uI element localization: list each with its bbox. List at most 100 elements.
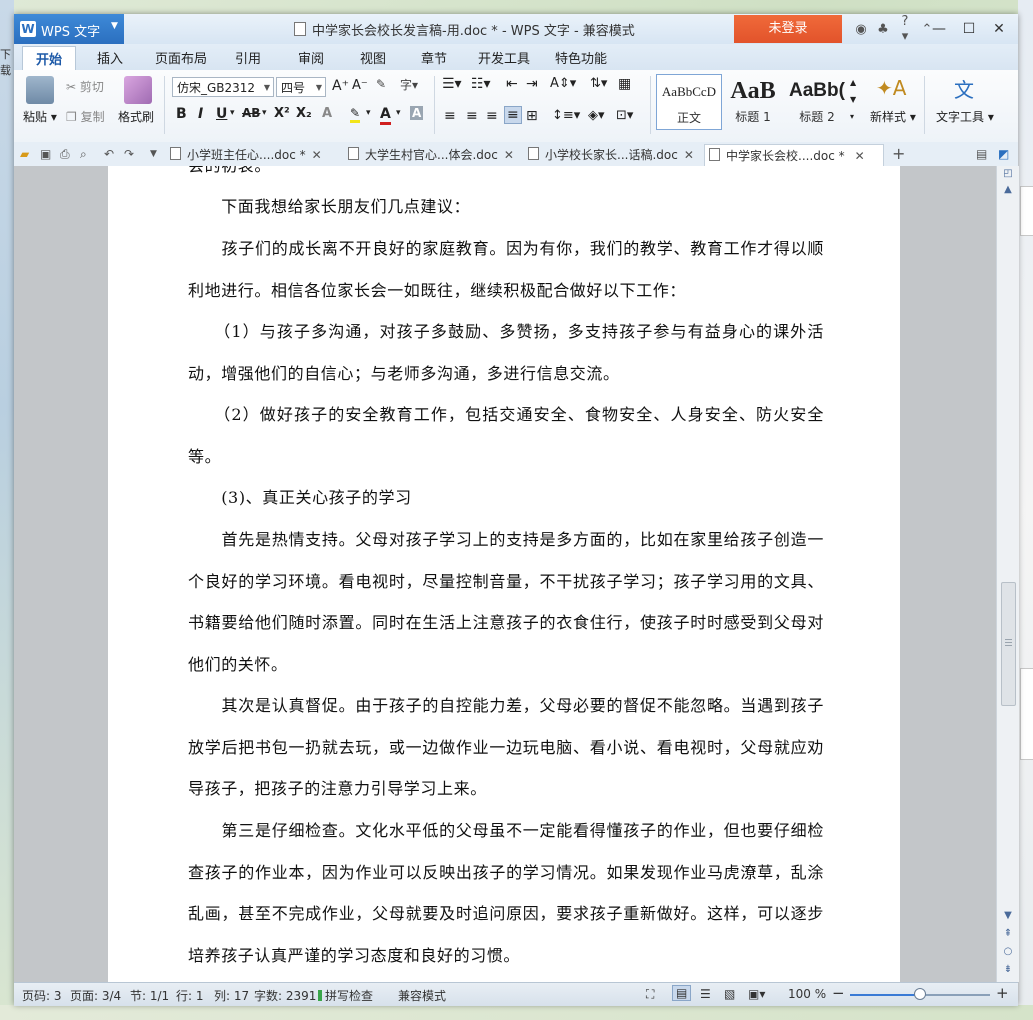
- tab-references[interactable]: 引用: [235, 48, 261, 67]
- print-icon[interactable]: ⎙: [60, 147, 70, 162]
- status-page-number[interactable]: 页码: 3: [22, 987, 62, 1004]
- doc-tab[interactable]: 大学生村官心...体会.doc ✕: [344, 144, 520, 166]
- help-icon[interactable]: ?▾: [894, 14, 916, 44]
- open-folder-icon[interactable]: ▰: [20, 147, 29, 161]
- new-style-icon[interactable]: ✦A: [876, 76, 906, 100]
- text-tools-icon[interactable]: 文: [954, 74, 974, 103]
- print-preview-icon[interactable]: ⌕: [80, 147, 87, 162]
- text-tools-button[interactable]: 文字工具 ▾: [936, 108, 994, 125]
- shading-icon[interactable]: ◈▾: [588, 108, 605, 123]
- reading-view-icon[interactable]: ▣▾: [748, 987, 765, 1001]
- close-icon[interactable]: ✕: [855, 149, 865, 163]
- increase-indent-icon[interactable]: ⇥: [526, 76, 538, 92]
- font-name-select[interactable]: 仿宋_GB2312 ▼: [172, 77, 274, 97]
- grow-font-icon[interactable]: A⁺: [332, 78, 349, 94]
- document-page[interactable]: 会的初衷。 下面我想给家长朋友们几点建议： 孩子们的成长离不开良好的家庭教育。因…: [108, 166, 900, 982]
- tab-list-icon[interactable]: ▤: [976, 147, 987, 161]
- scroll-down-icon[interactable]: ▼: [1001, 910, 1015, 921]
- login-button[interactable]: 未登录: [734, 15, 842, 43]
- italic-icon[interactable]: I: [198, 106, 203, 122]
- highlight-icon[interactable]: ✎: [350, 106, 361, 123]
- copy-button[interactable]: ❐ 复制: [66, 108, 105, 125]
- tab-page-layout[interactable]: 页面布局: [155, 48, 207, 67]
- minimize-button[interactable]: —: [924, 14, 954, 44]
- numbered-list-icon[interactable]: ☷▾: [471, 76, 491, 92]
- tab-chapter[interactable]: 章节: [421, 48, 447, 67]
- scrollbar-thumb[interactable]: [1001, 582, 1016, 706]
- zoom-slider-knob[interactable]: [914, 988, 926, 1000]
- web-view-icon[interactable]: ▧: [724, 987, 735, 1001]
- text-direction-icon[interactable]: A⇕▾: [550, 76, 576, 91]
- subscript-icon[interactable]: X₂: [296, 106, 312, 121]
- tab-developer[interactable]: 开发工具: [478, 48, 530, 67]
- style-heading-1[interactable]: AaB 标题 1: [722, 74, 784, 128]
- styles-scroll-icon[interactable]: ▲ ▼ ▾: [850, 74, 856, 125]
- split-view-icon[interactable]: ◰: [1001, 168, 1015, 179]
- full-screen-icon[interactable]: ⛶: [646, 987, 654, 1002]
- scroll-up-icon[interactable]: ▲: [1001, 184, 1015, 195]
- text-effect-icon[interactable]: A: [322, 106, 332, 121]
- cut-button[interactable]: ✂ 剪切: [66, 78, 104, 95]
- status-column[interactable]: 列: 17: [214, 987, 249, 1004]
- status-word-count[interactable]: 字数: 2391: [254, 987, 316, 1004]
- justify-icon[interactable]: ≡: [504, 106, 522, 124]
- font-size-select[interactable]: 四号 ▼: [276, 77, 326, 97]
- skin-icon[interactable]: ◉: [850, 22, 872, 37]
- sort-icon[interactable]: ⇅▾: [590, 76, 607, 91]
- new-style-button[interactable]: 新样式 ▾: [870, 108, 916, 125]
- select-browse-object-icon[interactable]: ○: [1001, 946, 1015, 957]
- paste-icon[interactable]: [26, 76, 54, 104]
- close-icon[interactable]: ✕: [504, 148, 514, 162]
- zoom-out-icon[interactable]: −: [832, 984, 845, 1002]
- previous-page-icon[interactable]: ⇞: [1001, 928, 1015, 939]
- status-pages[interactable]: 页面: 3/4: [70, 987, 121, 1004]
- line-spacing-icon[interactable]: ↕≡▾: [552, 108, 580, 123]
- format-painter-icon[interactable]: [124, 76, 152, 104]
- chevron-down-icon[interactable]: ▾: [366, 108, 371, 118]
- app-menu-button[interactable]: W WPS 文字 ▼: [14, 14, 124, 44]
- close-icon[interactable]: ✕: [684, 148, 694, 162]
- status-row[interactable]: 行: 1: [176, 987, 204, 1004]
- table-icon[interactable]: ▦: [618, 76, 631, 92]
- chevron-down-icon[interactable]: ▾: [230, 108, 235, 118]
- decrease-indent-icon[interactable]: ⇤: [506, 76, 518, 92]
- tab-insert[interactable]: 插入: [97, 48, 123, 67]
- tab-view[interactable]: 视图: [360, 48, 386, 67]
- format-painter-button[interactable]: 格式刷: [118, 108, 154, 125]
- phonetic-guide-icon[interactable]: 字▾: [400, 76, 418, 93]
- align-left-icon[interactable]: ≡: [444, 108, 456, 124]
- maximize-button[interactable]: ☐: [954, 14, 984, 44]
- new-tab-icon[interactable]: +: [892, 144, 905, 163]
- page-view-icon[interactable]: ▤: [672, 985, 692, 1001]
- doc-tab[interactable]: 小学校长家长...话稿.doc ✕: [524, 144, 704, 166]
- strikethrough-icon[interactable]: AB: [242, 106, 260, 120]
- zoom-level[interactable]: 100 %: [788, 987, 826, 1001]
- clear-format-icon[interactable]: ✎: [376, 77, 386, 91]
- zoom-slider[interactable]: [850, 988, 990, 1000]
- chevron-down-icon[interactable]: ▼: [150, 149, 157, 159]
- doc-tab-active[interactable]: 中学家长会校....doc * ✕: [704, 144, 884, 167]
- doc-tab[interactable]: 小学班主任心....doc * ✕: [166, 144, 342, 166]
- spell-check-toggle[interactable]: 拼写检查: [318, 987, 373, 1004]
- distributed-icon[interactable]: ⊞: [526, 108, 538, 124]
- save-icon[interactable]: ▣: [40, 147, 51, 161]
- bullet-list-icon[interactable]: ☰▾: [442, 76, 462, 92]
- border-icon[interactable]: ⊡▾: [616, 108, 633, 123]
- close-icon[interactable]: ✕: [312, 148, 322, 162]
- underline-icon[interactable]: U: [216, 106, 227, 122]
- font-color-icon[interactable]: A: [380, 106, 391, 125]
- character-shading-icon[interactable]: A: [410, 106, 424, 120]
- style-normal[interactable]: AaBbCcD 正文: [656, 74, 722, 130]
- zoom-in-icon[interactable]: +: [996, 984, 1009, 1002]
- shrink-font-icon[interactable]: A⁻: [352, 78, 368, 93]
- vertical-scrollbar[interactable]: ◰ ▲ ▼ ⇞ ○ ⇟: [996, 166, 1019, 982]
- style-heading-2[interactable]: AaBb( 标题 2: [786, 74, 848, 128]
- dock-icon[interactable]: ◩: [998, 147, 1009, 161]
- bold-icon[interactable]: B: [176, 106, 187, 122]
- status-section[interactable]: 节: 1/1: [130, 987, 169, 1004]
- next-page-icon[interactable]: ⇟: [1001, 964, 1015, 975]
- tab-special-features[interactable]: 特色功能: [555, 48, 607, 67]
- redo-icon[interactable]: ↷: [124, 147, 134, 161]
- outline-view-icon[interactable]: ☰: [700, 987, 711, 1001]
- close-button[interactable]: ✕: [984, 14, 1014, 44]
